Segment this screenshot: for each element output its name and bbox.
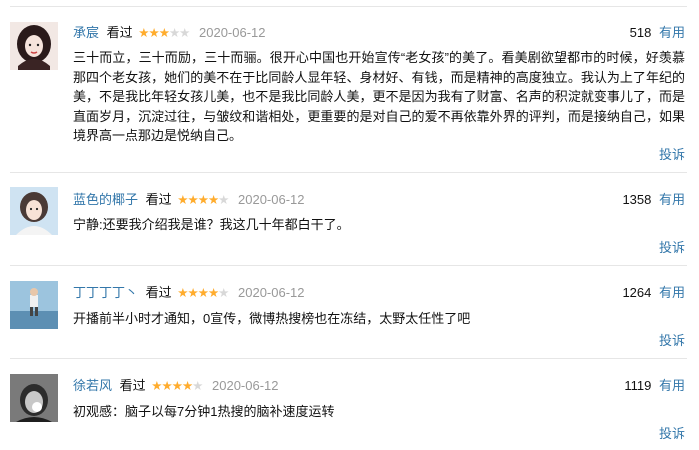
review-date: 2020-06-12 — [212, 378, 279, 393]
star-empty-icon: ★ — [192, 379, 203, 393]
author-link[interactable]: 徐若风 — [73, 378, 112, 393]
star-empty-icon: ★ — [179, 26, 190, 40]
rating-stars: ★★★★★ — [138, 25, 190, 42]
useful-button[interactable]: 有用 — [659, 378, 685, 393]
watched-label: 看过 — [106, 25, 133, 40]
watched-label: 看过 — [119, 378, 146, 393]
report-link[interactable]: 投诉 — [659, 332, 685, 349]
report-link[interactable]: 投诉 — [659, 146, 685, 163]
vote-area: 1264 有用 — [622, 284, 685, 301]
author-link[interactable]: 蓝色的椰子 — [73, 192, 138, 207]
divider — [10, 358, 687, 359]
avatar[interactable] — [10, 374, 58, 422]
star-empty-icon: ★ — [168, 26, 180, 40]
star-filled-icon: ★ — [207, 193, 219, 207]
vote-count: 1119 — [624, 378, 652, 393]
star-filled-icon: ★ — [181, 379, 193, 393]
review-meta: 蓝色的椰子 看过 ★★★★★ 2020-06-12 — [73, 191, 305, 209]
vote-count: 1358 — [622, 192, 652, 207]
review-content: 宁静:还要我介绍我是谁？我这几十年都白干了。 — [73, 217, 350, 232]
star-filled-icon: ★ — [177, 193, 188, 207]
avatar[interactable] — [10, 281, 58, 329]
vote-area: 1119 有用 — [624, 377, 685, 394]
author-link[interactable]: 承宸 — [73, 25, 99, 40]
divider — [10, 265, 687, 266]
author-link[interactable]: 丁丁丁丁丶 — [73, 285, 138, 300]
star-filled-icon: ★ — [197, 286, 209, 300]
star-filled-icon: ★ — [148, 26, 160, 40]
useful-button[interactable]: 有用 — [659, 285, 685, 300]
review-meta: 丁丁丁丁丶 看过 ★★★★★ 2020-06-12 — [73, 284, 305, 302]
vote-area: 1358 有用 — [622, 191, 685, 208]
star-filled-icon: ★ — [161, 379, 173, 393]
review-content: 三十而立，三十而励，三十而骊。很开心中国也开始宣传“老女孩”的美了。看美剧欲望都… — [73, 50, 685, 143]
star-filled-icon: ★ — [138, 26, 149, 40]
rating-stars: ★★★★★ — [151, 378, 203, 395]
review-meta: 徐若风 看过 ★★★★★ 2020-06-12 — [73, 377, 279, 395]
review-meta: 承宸 看过 ★★★★★ 2020-06-12 — [73, 24, 266, 42]
vote-area: 518 有用 — [630, 24, 685, 41]
review-date: 2020-06-12 — [238, 285, 305, 300]
divider — [10, 6, 687, 7]
rating-stars: ★★★★★ — [177, 285, 229, 302]
vote-count: 1264 — [622, 285, 652, 300]
useful-button[interactable]: 有用 — [659, 192, 685, 207]
avatar[interactable] — [10, 187, 58, 235]
watched-label: 看过 — [145, 285, 172, 300]
useful-button[interactable]: 有用 — [659, 25, 685, 40]
divider — [10, 172, 687, 173]
star-filled-icon: ★ — [197, 193, 209, 207]
star-filled-icon: ★ — [187, 193, 199, 207]
review-content: 初观感：脑子以每7分钟1热搜的脑补速度运转 — [73, 404, 335, 419]
report-link[interactable]: 投诉 — [659, 425, 685, 442]
review-content: 开播前半小时才通知，0宣传，微博热搜榜也在冻结，太野太任性了吧 — [73, 311, 471, 326]
star-empty-icon: ★ — [218, 193, 229, 207]
report-link[interactable]: 投诉 — [659, 239, 685, 256]
star-filled-icon: ★ — [171, 379, 183, 393]
star-filled-icon: ★ — [151, 379, 162, 393]
review-date: 2020-06-12 — [238, 192, 305, 207]
star-filled-icon: ★ — [187, 286, 199, 300]
avatar[interactable] — [10, 22, 58, 70]
review-date: 2020-06-12 — [199, 25, 266, 40]
vote-count: 518 — [629, 25, 652, 40]
star-filled-icon: ★ — [177, 286, 188, 300]
rating-stars: ★★★★★ — [177, 192, 229, 209]
star-filled-icon: ★ — [207, 286, 219, 300]
watched-label: 看过 — [145, 192, 172, 207]
star-empty-icon: ★ — [218, 286, 229, 300]
star-filled-icon: ★ — [158, 26, 170, 40]
